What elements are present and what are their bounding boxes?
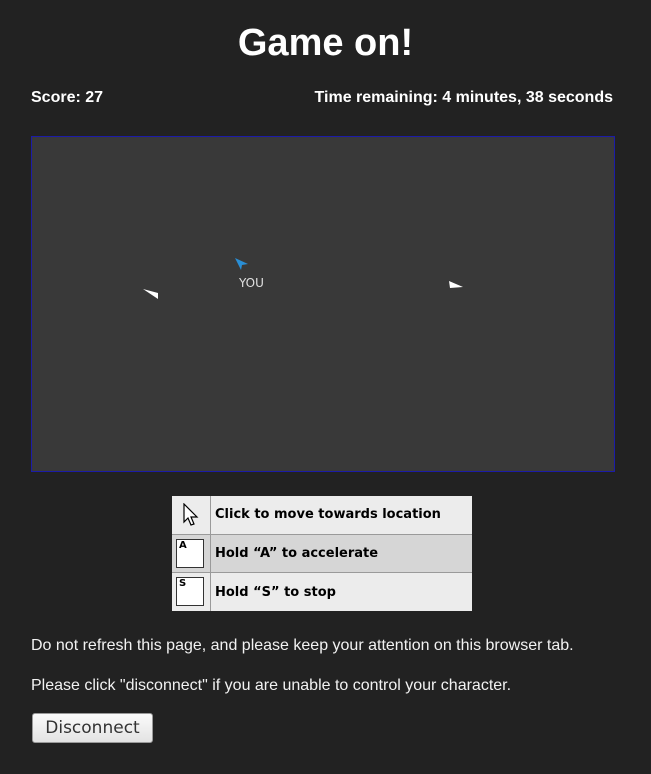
player-label: YOU: [239, 276, 264, 290]
controls-row-stop: S Hold “S” to stop: [172, 572, 472, 611]
key-letter: A: [179, 539, 187, 551]
control-label: Click to move towards location: [210, 496, 472, 535]
key-letter: S: [179, 578, 187, 590]
control-label: Hold “A” to accelerate: [210, 534, 472, 574]
controls-row-click: Click to move towards location: [172, 496, 472, 535]
disconnect-button[interactable]: Disconnect: [32, 713, 153, 743]
time-remaining: Time remaining: 4 minutes, 38 seconds: [314, 89, 613, 106]
page-title: Game on!: [237, 22, 414, 64]
key-a-icon: A: [176, 538, 204, 568]
game-canvas[interactable]: YOU: [31, 136, 615, 472]
controls-legend: Click to move towards location A Hold “A…: [172, 496, 472, 611]
key-s-icon: S: [176, 577, 204, 607]
disconnect-hint: Please click "disconnect" if you are una…: [31, 677, 512, 694]
icon-cell: [172, 496, 211, 535]
controls-row-accelerate: A Hold “A” to accelerate: [172, 534, 472, 574]
player-ship: [235, 258, 248, 270]
icon-cell: A: [172, 534, 211, 574]
opponent-ship: [143, 289, 158, 299]
refresh-warning: Do not refresh this page, and please kee…: [31, 637, 574, 654]
opponent-ship: [449, 281, 463, 288]
mouse-cursor-icon: [183, 503, 199, 526]
score-display: Score: 27: [31, 89, 104, 106]
control-label: Hold “S” to stop: [210, 572, 472, 611]
icon-cell: S: [172, 572, 211, 611]
